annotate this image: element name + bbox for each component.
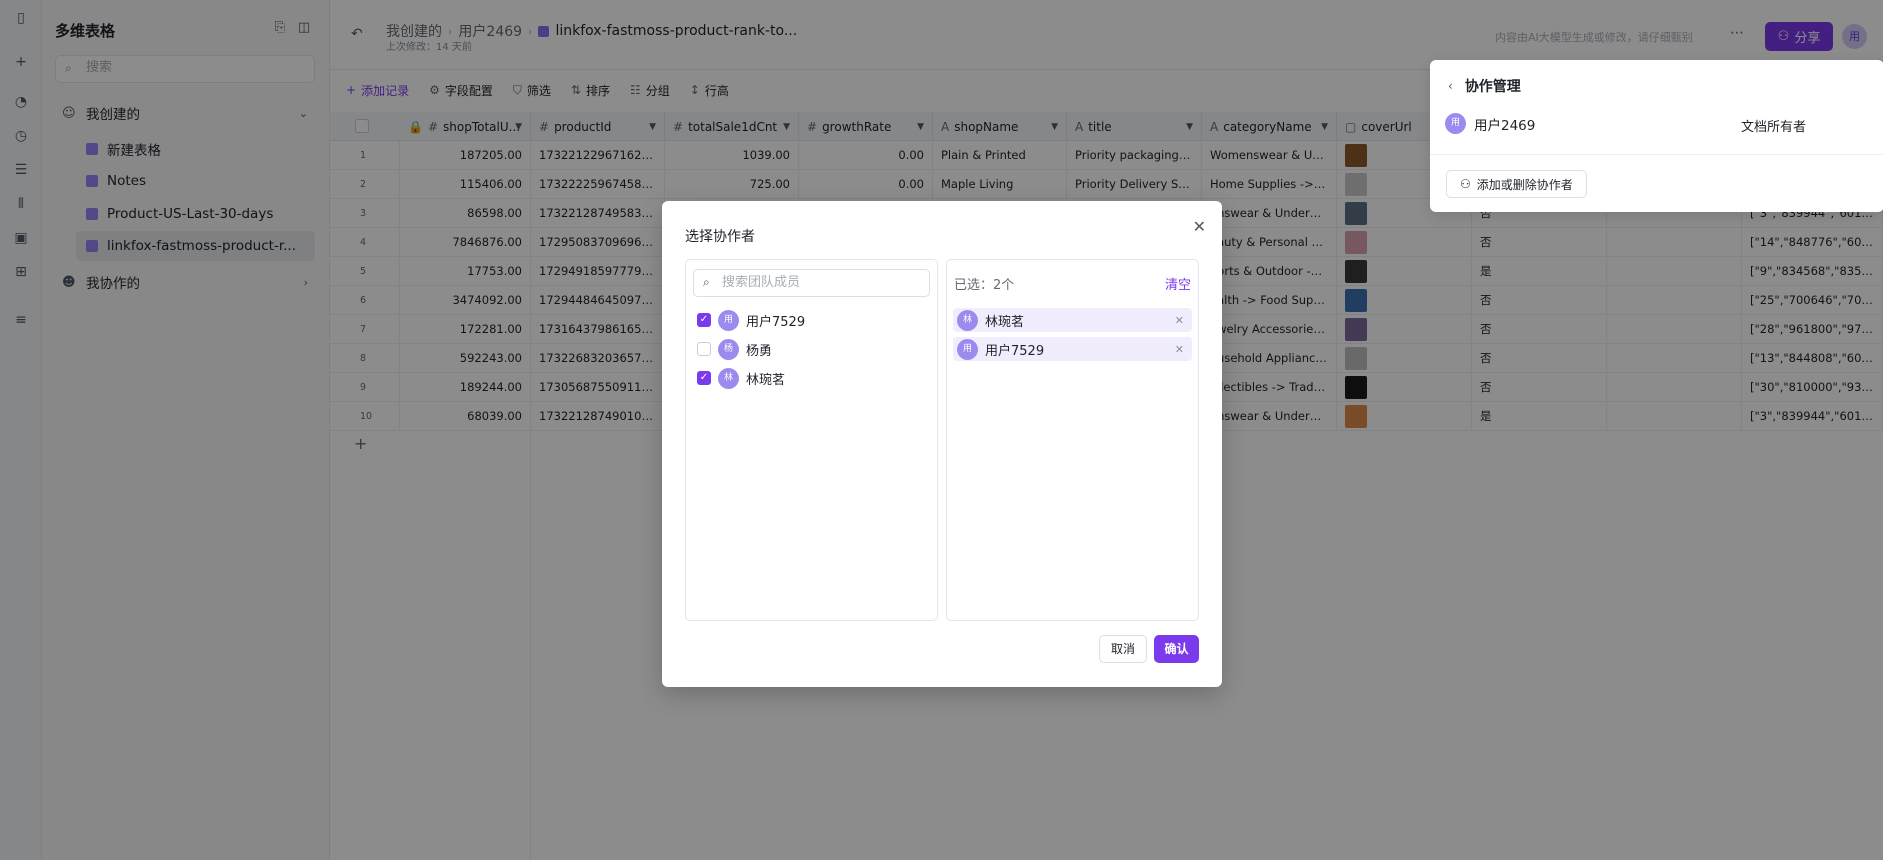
chip-name: 用户7529 (985, 343, 1045, 359)
checkbox[interactable]: ✓ (697, 371, 711, 385)
checkbox[interactable] (697, 342, 711, 356)
member-list-pane: ⌕ ✓ 用 用户7529 杨 杨勇 ✓ 林 林琬茗 (685, 259, 938, 621)
owner-role: 文档所有者 (1740, 120, 1806, 135)
clear-button[interactable]: 清空 (1165, 274, 1191, 293)
cancel-button[interactable]: 取消 (1099, 635, 1147, 663)
remove-icon[interactable]: ✕ (1175, 314, 1184, 327)
confirm-button[interactable]: 确认 (1154, 635, 1199, 663)
avatar: 用 (957, 338, 978, 360)
collab-panel: ‹ 协作管理 用 用户2469 文档所有者 ⚇ 添加或删除协作者 (1430, 60, 1883, 212)
search-icon: ⌕ (703, 275, 710, 289)
owner-name: 用户2469 (1474, 117, 1536, 134)
collab-owner: 用 用户2469 (1445, 113, 1535, 134)
dialog-title: 选择协作者 (685, 229, 755, 245)
avatar: 用 (718, 309, 739, 331)
divider (1430, 154, 1883, 155)
member-search-input[interactable] (722, 275, 922, 290)
member-name: 杨勇 (746, 343, 773, 359)
member-search[interactable]: ⌕ (693, 269, 930, 297)
avatar: 林 (957, 309, 978, 331)
add-collaborator-button[interactable]: ⚇ 添加或删除协作者 (1446, 170, 1587, 198)
avatar: 用 (1445, 113, 1466, 134)
chip-name: 林琬茗 (985, 314, 1025, 330)
close-icon[interactable]: ✕ (1193, 217, 1206, 236)
selected-pane: 已选：2个 清空 林 林琬茗 ✕ 用 用户7529 ✕ (946, 259, 1199, 621)
selected-count: 已选：2个 (954, 278, 1015, 293)
remove-icon[interactable]: ✕ (1175, 343, 1184, 356)
add-collaborator-label: 添加或删除协作者 (1476, 177, 1573, 192)
selected-chip: 用 用户7529 ✕ (953, 337, 1192, 361)
collab-title: 协作管理 (1464, 79, 1521, 95)
selected-chip: 林 林琬茗 ✕ (953, 308, 1192, 332)
select-collaborator-dialog: 选择协作者 ✕ ⌕ ✓ 用 用户7529 杨 杨勇 ✓ 林 林琬茗 已选：2个 … (662, 201, 1222, 687)
chevron-left-icon[interactable]: ‹ (1448, 79, 1453, 93)
member-item[interactable]: ✓ 用 用户7529 (697, 308, 805, 332)
member-name: 用户7529 (746, 314, 806, 330)
checkbox[interactable]: ✓ (697, 313, 711, 327)
avatar: 杨 (718, 338, 739, 360)
collab-header: ‹ 协作管理 (1448, 76, 1521, 96)
avatar: 林 (718, 367, 739, 389)
member-name: 林琬茗 (746, 372, 786, 388)
member-item[interactable]: ✓ 林 林琬茗 (697, 366, 785, 390)
user-plus-icon: ⚇ (1460, 177, 1471, 191)
member-item[interactable]: 杨 杨勇 (697, 337, 772, 361)
